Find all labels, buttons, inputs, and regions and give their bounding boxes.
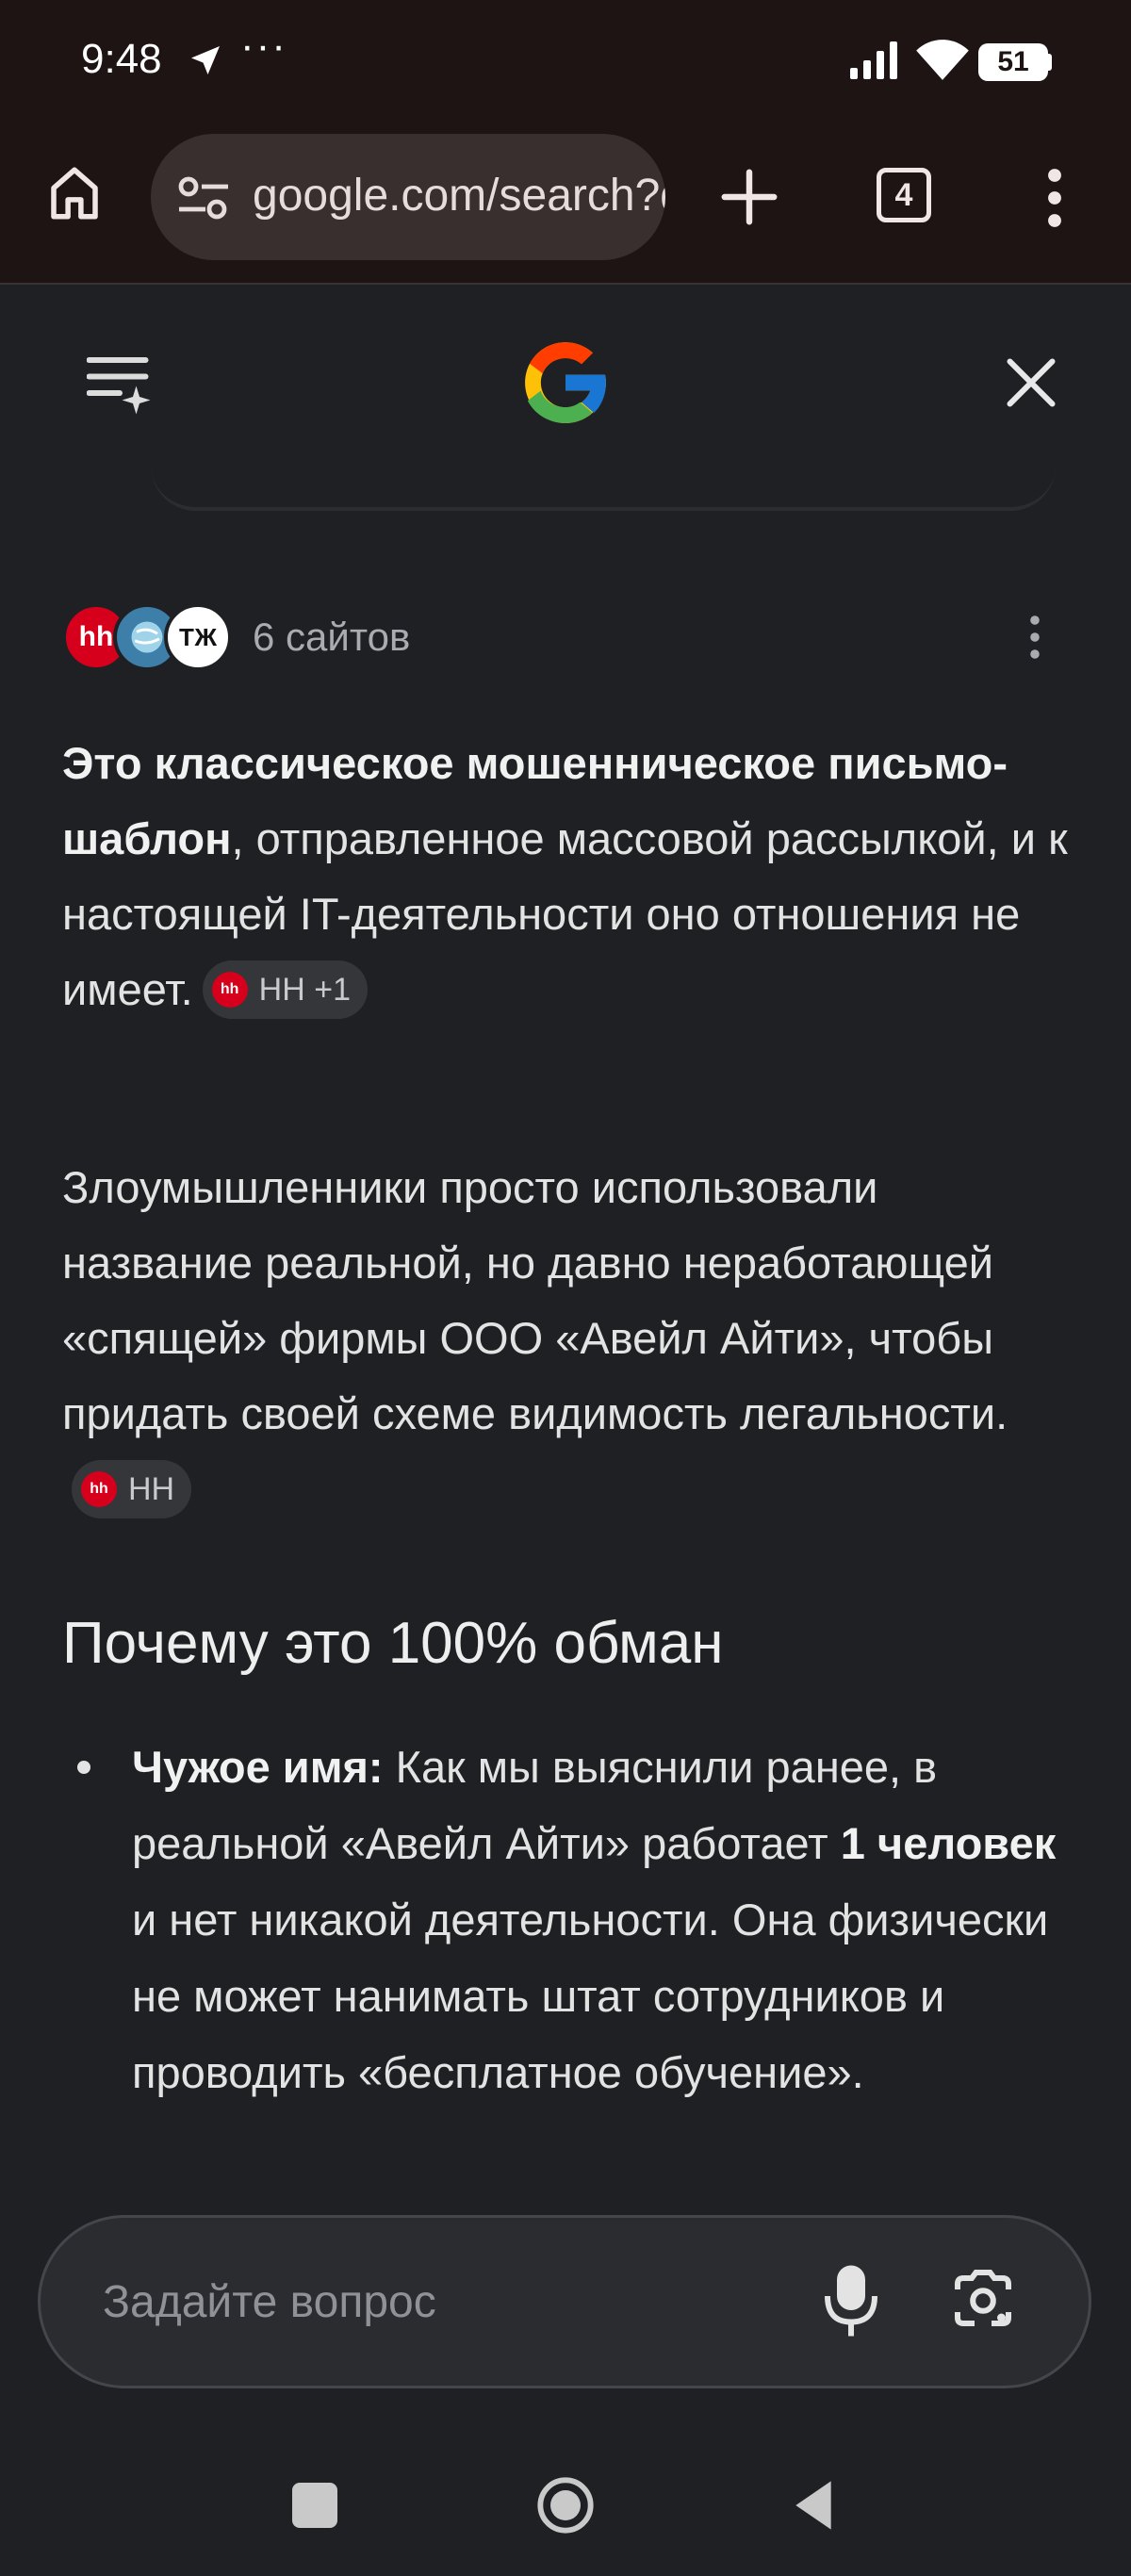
ask-placeholder: Задайте вопрос xyxy=(103,2277,436,2327)
sources-row[interactable]: hh Т​Ж 6 сайтов xyxy=(62,603,1080,673)
chip-hh-favicon: hh xyxy=(81,1470,117,1507)
home-button-icon[interactable] xyxy=(535,2475,596,2535)
battery-indicator: 51 xyxy=(978,43,1048,81)
recents-button[interactable] xyxy=(292,2483,337,2528)
reasons-list: Чужое имя: Как мы выяснили ранее, в реал… xyxy=(62,1729,1080,2110)
previous-card-edge xyxy=(151,458,1056,511)
notification-dots: ··· xyxy=(240,23,287,69)
tab-switcher-button[interactable]: 4 xyxy=(877,168,931,222)
site-settings-icon[interactable] xyxy=(177,175,230,221)
ai-panel-header xyxy=(0,287,1131,511)
answer-paragraph-2-text: Злоумышленники просто использовали назва… xyxy=(62,1162,1008,1438)
more-vert-icon[interactable] xyxy=(1041,168,1068,228)
url-text: google.com/search?q= xyxy=(253,171,665,221)
more-options-icon[interactable] xyxy=(1025,613,1044,662)
chip-hh-favicon: hh xyxy=(211,971,248,1008)
browser-toolbar: google.com/search?q= 4 xyxy=(0,124,1131,285)
google-logo-icon xyxy=(525,342,609,423)
tj-logo-text: Т​Ж xyxy=(178,623,218,651)
bullet-lead: Чужое имя: xyxy=(132,1742,384,1792)
new-tab-icon[interactable] xyxy=(716,164,782,230)
ask-area: Задайте вопрос xyxy=(0,2196,1131,2413)
system-nav-bar xyxy=(0,2413,1131,2576)
source-chip-hh-plus[interactable]: hh HH +1 xyxy=(202,960,368,1019)
navigation-arrow-icon xyxy=(191,46,220,74)
back-button-icon[interactable] xyxy=(790,2479,837,2532)
chip-label: HH xyxy=(128,1470,175,1507)
bullet-text-2: и нет никакой деятельности. Она физическ… xyxy=(132,1895,1049,2097)
address-bar[interactable]: google.com/search?q= xyxy=(151,134,665,260)
source-chip-hh[interactable]: hh HH xyxy=(72,1459,192,1518)
globe-icon xyxy=(131,621,163,653)
sources-count-label[interactable]: 6 сайтов xyxy=(253,615,410,660)
answer-paragraph-1: Это классическое мошенническое письмо-ша… xyxy=(62,726,1071,1027)
status-bar: 9:48 ··· 51 xyxy=(0,0,1131,124)
list-item: Чужое имя: Как мы выяснили ранее, в реал… xyxy=(62,1729,1080,2110)
history-list-icon[interactable] xyxy=(87,353,153,415)
signal-icon xyxy=(850,41,897,79)
google-lens-icon[interactable] xyxy=(949,2267,1017,2335)
ask-input[interactable]: Задайте вопрос xyxy=(38,2215,1091,2388)
section-heading: Почему это 100% обман xyxy=(62,1611,724,1676)
chip-label: HH +1 xyxy=(258,971,351,1008)
status-time: 9:48 xyxy=(81,36,162,82)
battery-tip xyxy=(1046,54,1052,71)
close-icon[interactable] xyxy=(1003,354,1059,411)
answer-paragraph-2: Злоумышленники просто использовали назва… xyxy=(62,1150,1071,1527)
home-icon[interactable] xyxy=(43,162,106,224)
source-favicon-tj: Т​Ж xyxy=(164,603,232,671)
mic-icon[interactable] xyxy=(823,2263,879,2338)
bullet-dot xyxy=(77,1761,90,1774)
bullet-bold-2: 1 человек xyxy=(840,1818,1057,1868)
wifi-icon xyxy=(916,40,969,80)
